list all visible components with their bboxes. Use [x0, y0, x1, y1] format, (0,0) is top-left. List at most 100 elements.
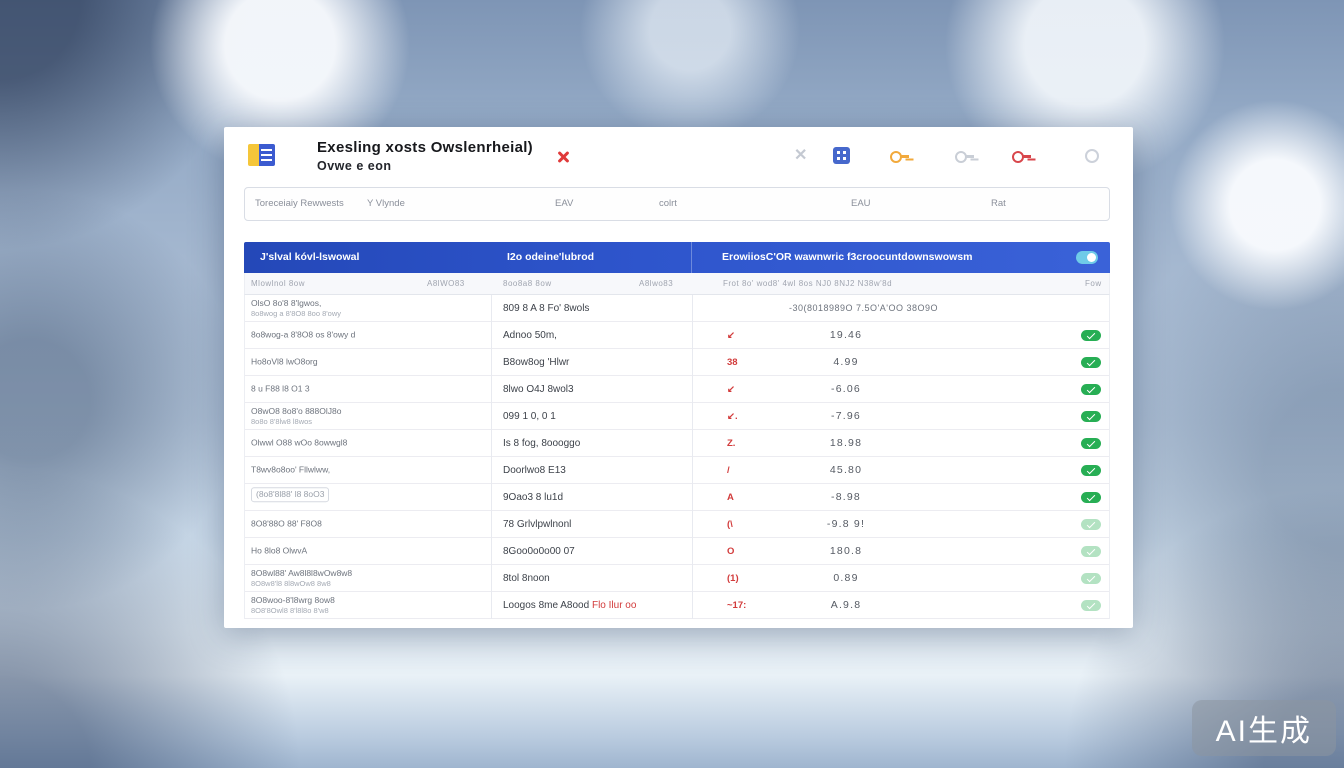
row-item: 9Oao3 8 lu1d	[503, 492, 563, 503]
close-icon[interactable]: ✕	[794, 145, 807, 165]
data-table: J'slval kóvl-lswowal I2o odeine'lubrod E…	[244, 242, 1110, 619]
row-change-icon: Z.	[727, 430, 779, 457]
table-row[interactable]: Ho8oVl8 lwO8org B8ow8og 'Hlwr 38 4.99	[245, 349, 1109, 376]
row-item: 809 8 A 8 Fo' 8wols	[503, 303, 589, 314]
row-change-icon: ↙.	[727, 403, 779, 430]
row-company-sub: 8O8'8Owl8 8'l8l8o 8'w8	[251, 606, 487, 615]
row-status-badge[interactable]	[1081, 384, 1101, 395]
window-title: Exesling xosts Owslenrheial)	[317, 139, 533, 156]
row-status-badge[interactable]	[1081, 519, 1101, 530]
column-divider	[491, 295, 492, 619]
item-cell: B8ow8og 'Hlwr	[503, 349, 569, 376]
column-header: 8oo8a8 8ow	[503, 273, 552, 295]
row-status-badge[interactable]	[1081, 411, 1101, 422]
company-cell: O8wO8 8o8'o 888OlJ8o 8o8o 8'8lw8 l8wos	[251, 406, 487, 426]
row-change-icon: 38	[727, 349, 779, 376]
row-company-sub: 8o8o 8'8lw8 l8wos	[251, 417, 487, 426]
row-company-sub: 8O8w8'l8 8l8wOw8 8w8	[251, 579, 487, 588]
window-header: Exesling xosts Owslenrheial) Ovwe e eon …	[224, 127, 1133, 185]
row-value: 180.8	[781, 538, 911, 565]
row-item: 8Goo0o0o00 07	[503, 546, 575, 557]
filter-item-eau[interactable]: EAU	[851, 188, 871, 220]
row-change-icon: ~17:	[727, 592, 779, 619]
ring-icon[interactable]	[1085, 149, 1099, 163]
filter-item-eav[interactable]: EAV	[555, 188, 573, 220]
row-company: O8wO8 8o8'o 888OlJ8o	[251, 406, 487, 417]
row-status-badge[interactable]	[1081, 573, 1101, 584]
calendar-grid-icon[interactable]	[833, 147, 850, 164]
table-row[interactable]: 8o8wog-a 8'8O8 os 8'owy d Adnoo 50m, ↙ 1…	[245, 322, 1109, 349]
company-cell: Olwwl O88 wOo 8owwgl8	[251, 438, 487, 449]
app-logo-icon	[248, 144, 275, 166]
row-item: Loogos 8me A8ood	[503, 600, 592, 611]
row-status-badge[interactable]	[1081, 492, 1101, 503]
item-cell: 099 1 0, 0 1	[503, 403, 556, 430]
filter-item-colrt[interactable]: colrt	[659, 188, 677, 220]
table-row[interactable]: 8O8woo-8'l8wrg 8ow8 8O8'8Owl8 8'l8l8o 8'…	[245, 592, 1109, 619]
row-status-badge[interactable]	[1081, 546, 1101, 557]
item-cell: Doorlwo8 E13	[503, 457, 566, 484]
row-item: Is 8 fog, 8oooggo	[503, 438, 580, 449]
key-gray-icon[interactable]	[955, 147, 975, 165]
row-change-icon: (\	[727, 511, 779, 538]
row-company: 8O8woo-8'l8wrg 8ow8	[251, 595, 487, 606]
column-header: A8lwo83	[639, 273, 673, 295]
row-change-icon: ↙	[727, 322, 779, 349]
row-company: Ho8oVl8 lwO8org	[251, 357, 487, 368]
row-item: 8lwo O4J 8wol3	[503, 384, 574, 395]
table-row[interactable]: Olwwl O88 wOo 8owwgl8 Is 8 fog, 8oooggo …	[245, 430, 1109, 457]
section-label-right: ErowiiosC'OR wawnwric f3croocuntdownswow…	[722, 242, 972, 273]
header-toggle[interactable]	[1076, 251, 1098, 264]
row-company: T8wv8o8oo' Fllwlww,	[251, 465, 487, 476]
company-cell: (8o8'8l88' l8 8oO3	[251, 487, 487, 507]
window-subtitle: Ovwe e eon	[317, 159, 533, 173]
row-status-badge[interactable]	[1081, 330, 1101, 341]
row-status-badge[interactable]	[1081, 600, 1101, 611]
table-row[interactable]: 8 u F88 l8 O1 3 8lwo O4J 8wol3 ↙ -6.06	[245, 376, 1109, 403]
table-row[interactable]: T8wv8o8oo' Fllwlww, Doorlwo8 E13 / 45.80	[245, 457, 1109, 484]
row-value: 4.99	[781, 349, 911, 376]
table-row[interactable]: Ho 8lo8 OlwvA 8Goo0o0o00 07 O 180.8	[245, 538, 1109, 565]
section-divider	[691, 242, 692, 273]
key-orange-icon[interactable]	[890, 147, 910, 165]
row-company: 8O8wl88' Aw8l8l8wOw8w8	[251, 568, 487, 579]
row-value: -9.8 9!	[781, 511, 911, 538]
column-header: Frot 8o' wod8' 4wl 8os NJ0 8NJ2 N38w'8d	[723, 273, 892, 295]
row-status-badge[interactable]	[1081, 465, 1101, 476]
row-change-icon: /	[727, 457, 779, 484]
section-label-left: J'slval kóvl-lswowal	[260, 242, 359, 273]
column-divider	[692, 295, 693, 619]
row-item: 8tol 8noon	[503, 573, 550, 584]
filter-item-rat[interactable]: Rat	[991, 188, 1006, 220]
company-cell: 8O8woo-8'l8wrg 8ow8 8O8'8Owl8 8'l8l8o 8'…	[251, 595, 487, 615]
column-header: Mlowlnol 8ow	[251, 273, 305, 295]
filter-item-requests[interactable]: Toreceiaiy Rewwests	[255, 188, 344, 220]
company-cell: Ho 8lo8 OlwvA	[251, 546, 487, 557]
table-row[interactable]: OlsO 8o'8 8'lgwos, 8o8wog a 8'8O8 8oo 8'…	[245, 295, 1109, 322]
company-cell: Ho8oVl8 lwO8org	[251, 357, 487, 368]
company-cell: T8wv8o8oo' Fllwlww,	[251, 465, 487, 476]
company-cell: OlsO 8o'8 8'lgwos, 8o8wog a 8'8O8 8oo 8'…	[251, 298, 487, 318]
table-body: OlsO 8o'8 8'lgwos, 8o8wog a 8'8O8 8oo 8'…	[244, 295, 1110, 619]
row-value: 0.89	[781, 565, 911, 592]
row-item: 78 Grlvlpwlnonl	[503, 519, 571, 530]
filter-item-vlynde[interactable]: Y Vlynde	[367, 188, 405, 220]
key-red-icon[interactable]	[1012, 147, 1032, 165]
table-row[interactable]: 8O8wl88' Aw8l8l8wOw8w8 8O8w8'l8 8l8wOw8 …	[245, 565, 1109, 592]
row-status-badge[interactable]	[1081, 438, 1101, 449]
column-header: Fow	[1085, 273, 1102, 295]
item-cell: 809 8 A 8 Fo' 8wols	[503, 295, 589, 322]
table-row[interactable]: (8o8'8l88' l8 8oO3 9Oao3 8 lu1d A -8.98	[245, 484, 1109, 511]
section-label-middle: I2o odeine'lubrod	[507, 242, 594, 273]
row-status-badge[interactable]	[1081, 357, 1101, 368]
item-cell: 9Oao3 8 lu1d	[503, 484, 563, 511]
row-company: 8 u F88 l8 O1 3	[251, 384, 487, 395]
item-cell: Loogos 8me A8ood Flo Ilur oo	[503, 592, 636, 619]
item-cell: 78 Grlvlpwlnonl	[503, 511, 571, 538]
table-row[interactable]: O8wO8 8o8'o 888OlJ8o 8o8o 8'8lw8 l8wos 0…	[245, 403, 1109, 430]
row-item: Adnoo 50m,	[503, 330, 557, 341]
row-company: 8O8'88O 88' F8O8	[251, 519, 487, 530]
row-company: OlsO 8o'8 8'lgwos,	[251, 298, 487, 309]
column-header-row: Mlowlnol 8ow A8lWO83 8oo8a8 8ow A8lwo83 …	[244, 273, 1110, 295]
table-row[interactable]: 8O8'88O 88' F8O8 78 Grlvlpwlnonl (\ -9.8…	[245, 511, 1109, 538]
